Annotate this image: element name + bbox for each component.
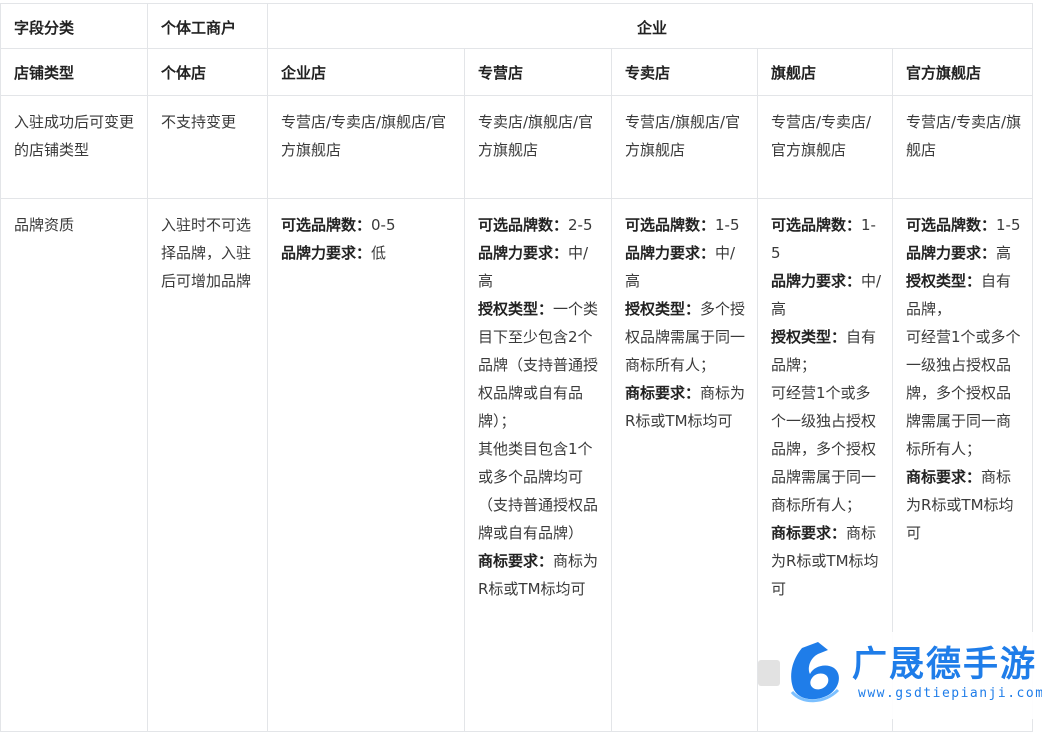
count-label: 可选品牌数： [625,216,716,234]
power-label: 品牌力要求： [478,244,569,262]
site-logo-icon [790,642,840,703]
store-type-row: 店铺类型 个体店 企业店 专营店 专卖店 旗舰店 官方旗舰店 [0,48,1034,96]
blurred-mark [758,660,780,686]
changeable-official-flagship: 专营店/专卖店/旗舰店 [891,95,1034,199]
power-value: 低 [371,244,387,262]
changeable-label: 入驻成功后可变更的店铺类型 [0,95,148,199]
power-label: 品牌力要求： [771,272,862,290]
watermark-url: www.gsdtiepianji.com [858,686,1042,701]
store-type-official-flagship: 官方旗舰店 [891,48,1034,96]
changeable-exclusive: 专营店/旗舰店/官方旗舰店 [611,95,758,199]
store-type-franchise: 专营店 [464,48,612,96]
brand-label: 品牌资质 [0,198,148,732]
site-watermark: 广晟德手游 www.gsdtiepianji.com [758,632,1042,719]
changeable-type-row: 入驻成功后可变更的店铺类型 不支持变更 专营店/专卖店/旗舰店/官方旗舰店 专卖… [0,95,1034,199]
count-value: 2-5 [568,216,593,234]
auth-value-2: 可经营1个或多个一级独占授权品牌，多个授权品牌需属于同一商标所有人； [771,384,877,514]
trademark-label: 商标要求： [906,468,982,486]
count-label: 可选品牌数： [906,216,997,234]
auth-label: 授权类型： [906,272,982,290]
power-label: 品牌力要求： [281,244,372,262]
power-label: 品牌力要求： [906,244,997,262]
header-enterprise: 企业 [266,3,1034,49]
auth-label: 授权类型： [478,300,554,318]
auth-value-2: 可经营1个或多个一级独占授权品牌，多个授权品牌需属于同一商标所有人； [906,328,1021,458]
brand-enterprise-store: 可选品牌数：0-5 品牌力要求：低 [267,198,465,732]
store-type-exclusive: 专卖店 [611,48,758,96]
watermark-title: 广晟德手游 [852,645,1038,685]
brand-individual: 入驻时不可选择品牌，入驻后可增加品牌 [147,198,268,732]
auth-value: 一个类目下至少包含2个品牌（支持普通授权品牌或自有品牌）； [478,300,599,430]
count-value: 1-5 [715,216,740,234]
store-type-enterprise: 企业店 [267,48,465,96]
store-type-comparison-table: 字段分类 个体工商户 企业 店铺类型 个体店 企业店 专营店 专卖店 旗舰店 官… [0,3,1034,732]
trademark-label: 商标要求： [625,384,701,402]
count-label: 可选品牌数： [771,216,862,234]
trademark-label: 商标要求： [478,552,554,570]
changeable-enterprise: 专营店/专卖店/旗舰店/官方旗舰店 [267,95,465,199]
changeable-franchise: 专卖店/旗舰店/官方旗舰店 [464,95,612,199]
header-field-category: 字段分类 [0,3,148,49]
auth-value-2: 其他类目包含1个或多个品牌均可（支持普通授权品牌或自有品牌） [478,440,599,542]
auth-label: 授权类型： [625,300,701,318]
header-row: 字段分类 个体工商户 企业 [0,3,1034,49]
store-type-flagship: 旗舰店 [757,48,893,96]
count-label: 可选品牌数： [281,216,372,234]
changeable-individual: 不支持变更 [147,95,268,199]
changeable-flagship: 专营店/专卖店/官方旗舰店 [757,95,893,199]
count-label: 可选品牌数： [478,216,569,234]
brand-franchise-store: 可选品牌数：2-5 品牌力要求：中/高 授权类型：一个类目下至少包含2个品牌（支… [464,198,612,732]
store-type-individual: 个体店 [147,48,268,96]
power-value: 高 [996,244,1012,262]
brand-exclusive-store: 可选品牌数：1-5 品牌力要求：中/高 授权类型：多个授权品牌需属于同一商标所有… [611,198,758,732]
power-label: 品牌力要求： [625,244,716,262]
store-type-label: 店铺类型 [0,48,148,96]
header-individual: 个体工商户 [147,3,268,49]
auth-label: 授权类型： [771,328,847,346]
count-value: 1-5 [996,216,1021,234]
count-value: 0-5 [371,216,396,234]
trademark-label: 商标要求： [771,524,847,542]
